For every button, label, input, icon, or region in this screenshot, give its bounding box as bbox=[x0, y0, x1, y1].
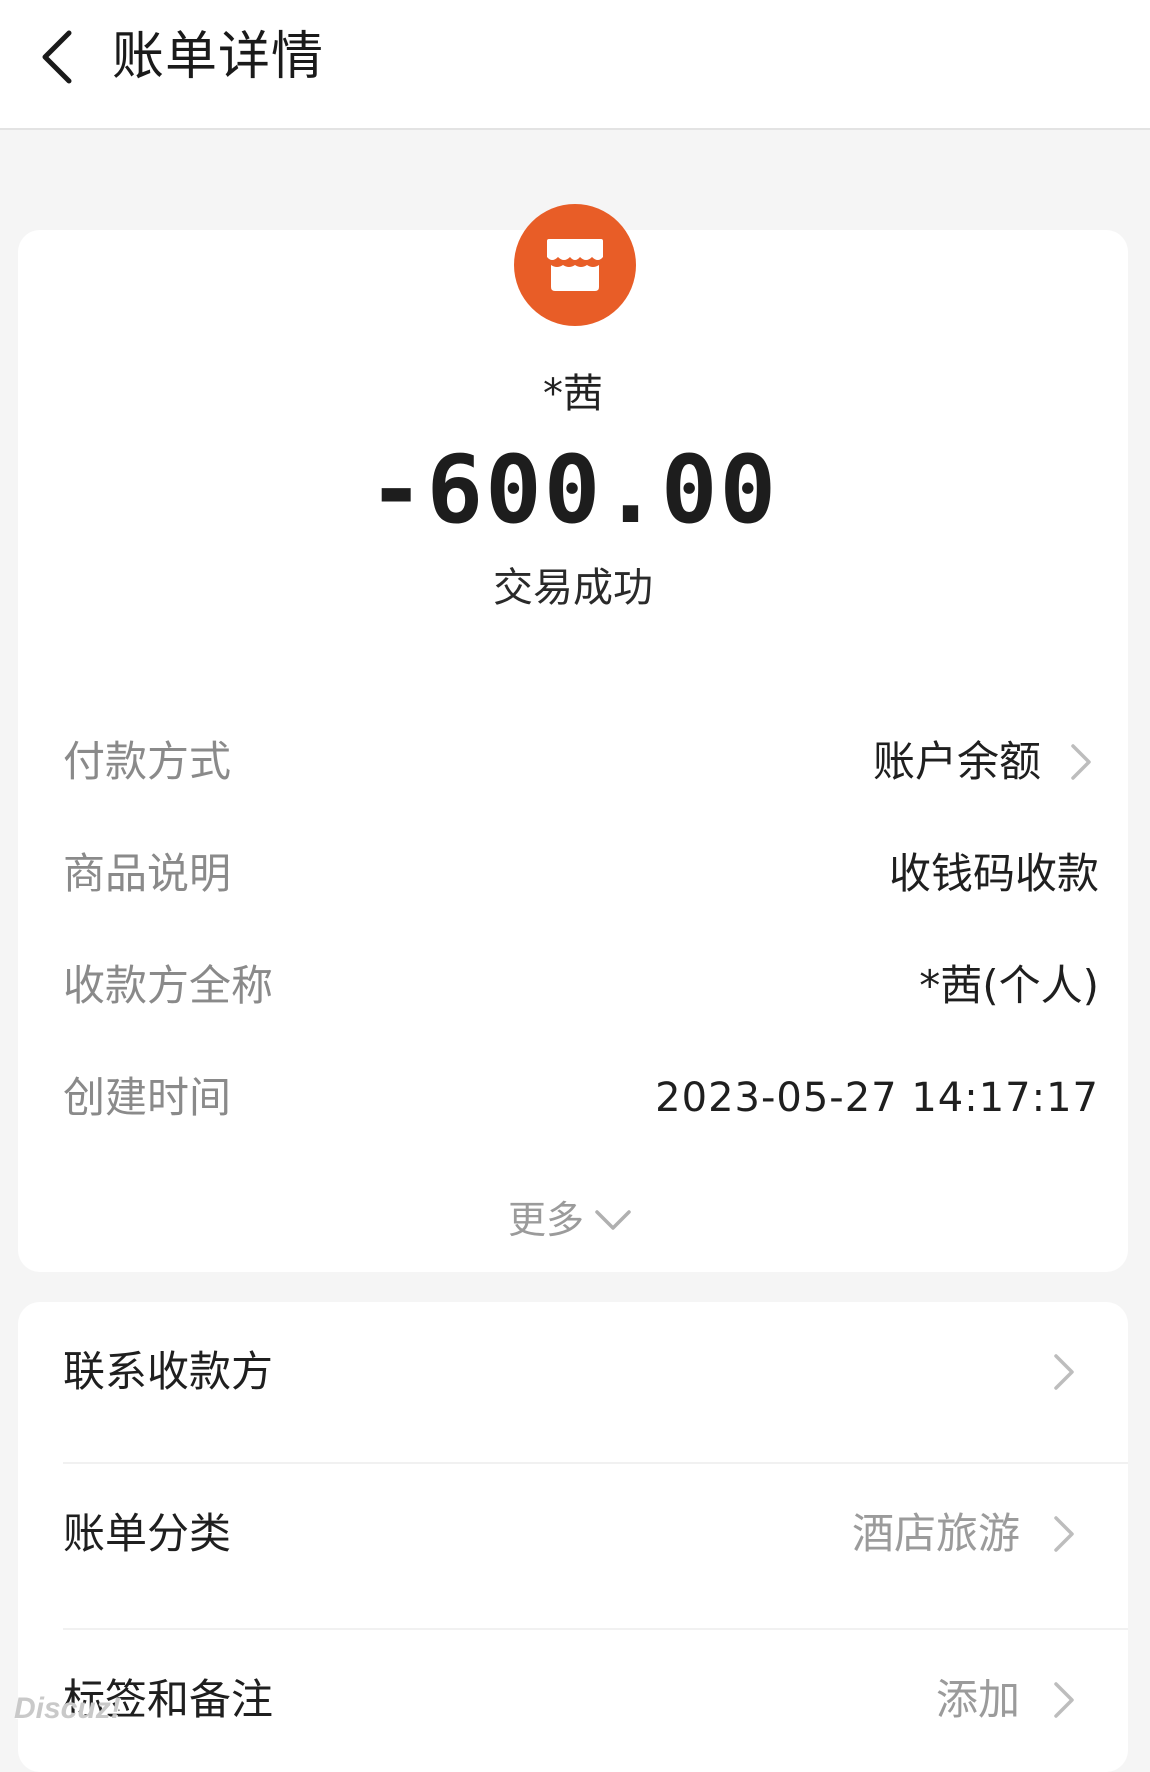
transaction-amount: -600.00 bbox=[367, 436, 779, 545]
chevron-right-icon bbox=[1046, 1352, 1082, 1392]
more-label: 更多 bbox=[508, 1198, 585, 1242]
action-bill-category[interactable]: 账单分类 酒店旅游 bbox=[18, 1464, 1128, 1604]
action-tags-notes[interactable]: 标签和备注 添加 bbox=[18, 1630, 1128, 1770]
detail-label: 收款方全称 bbox=[63, 961, 274, 1010]
page-title: 账单详情 bbox=[112, 27, 325, 87]
action-label: 联系收款方 bbox=[63, 1347, 274, 1396]
nav-bar: 账单详情 bbox=[0, 0, 1150, 130]
chevron-left-icon bbox=[42, 30, 72, 84]
action-value: 酒店旅游 bbox=[851, 1509, 1020, 1558]
chevron-down-icon bbox=[595, 1210, 631, 1230]
watermark: Discuz! bbox=[14, 1692, 121, 1725]
detail-value: 2023-05-27 14:17:17 bbox=[655, 1075, 1099, 1121]
action-contact-payee[interactable]: 联系收款方 bbox=[18, 1302, 1128, 1442]
action-label: 账单分类 bbox=[63, 1509, 232, 1558]
counterparty-name: *茜 bbox=[543, 371, 603, 417]
detail-row-created-time: 创建时间 2023-05-27 14:17:17 bbox=[63, 1066, 1103, 1130]
back-button[interactable] bbox=[22, 22, 92, 92]
transaction-status: 交易成功 bbox=[493, 565, 653, 611]
actions-card: 联系收款方 账单分类 酒店旅游 标签和备注 添加 bbox=[18, 1302, 1128, 1772]
shop-icon bbox=[547, 239, 603, 291]
detail-row-payee-fullname: 收款方全称 *茜(个人) bbox=[63, 954, 1103, 1018]
detail-label: 商品说明 bbox=[63, 849, 232, 898]
detail-value: 收钱码收款 bbox=[888, 849, 1099, 898]
merchant-avatar bbox=[514, 204, 636, 326]
chevron-right-icon bbox=[1046, 1514, 1082, 1554]
detail-label: 付款方式 bbox=[63, 737, 232, 786]
transaction-card: *茜 -600.00 交易成功 付款方式 账户余额 商品说明 收钱码收款 收款方… bbox=[18, 204, 1128, 1272]
detail-row-product-description: 商品说明 收钱码收款 bbox=[63, 842, 1103, 906]
more-toggle[interactable]: 更多 bbox=[508, 1190, 632, 1250]
chevron-right-icon bbox=[1046, 1680, 1082, 1720]
detail-label: 创建时间 bbox=[63, 1073, 232, 1122]
detail-value: 账户余额 bbox=[872, 737, 1041, 786]
detail-value: *茜(个人) bbox=[919, 961, 1099, 1010]
chevron-right-icon bbox=[1063, 742, 1099, 782]
detail-row-payment-method[interactable]: 付款方式 账户余额 bbox=[63, 730, 1103, 794]
action-value: 添加 bbox=[935, 1675, 1020, 1724]
